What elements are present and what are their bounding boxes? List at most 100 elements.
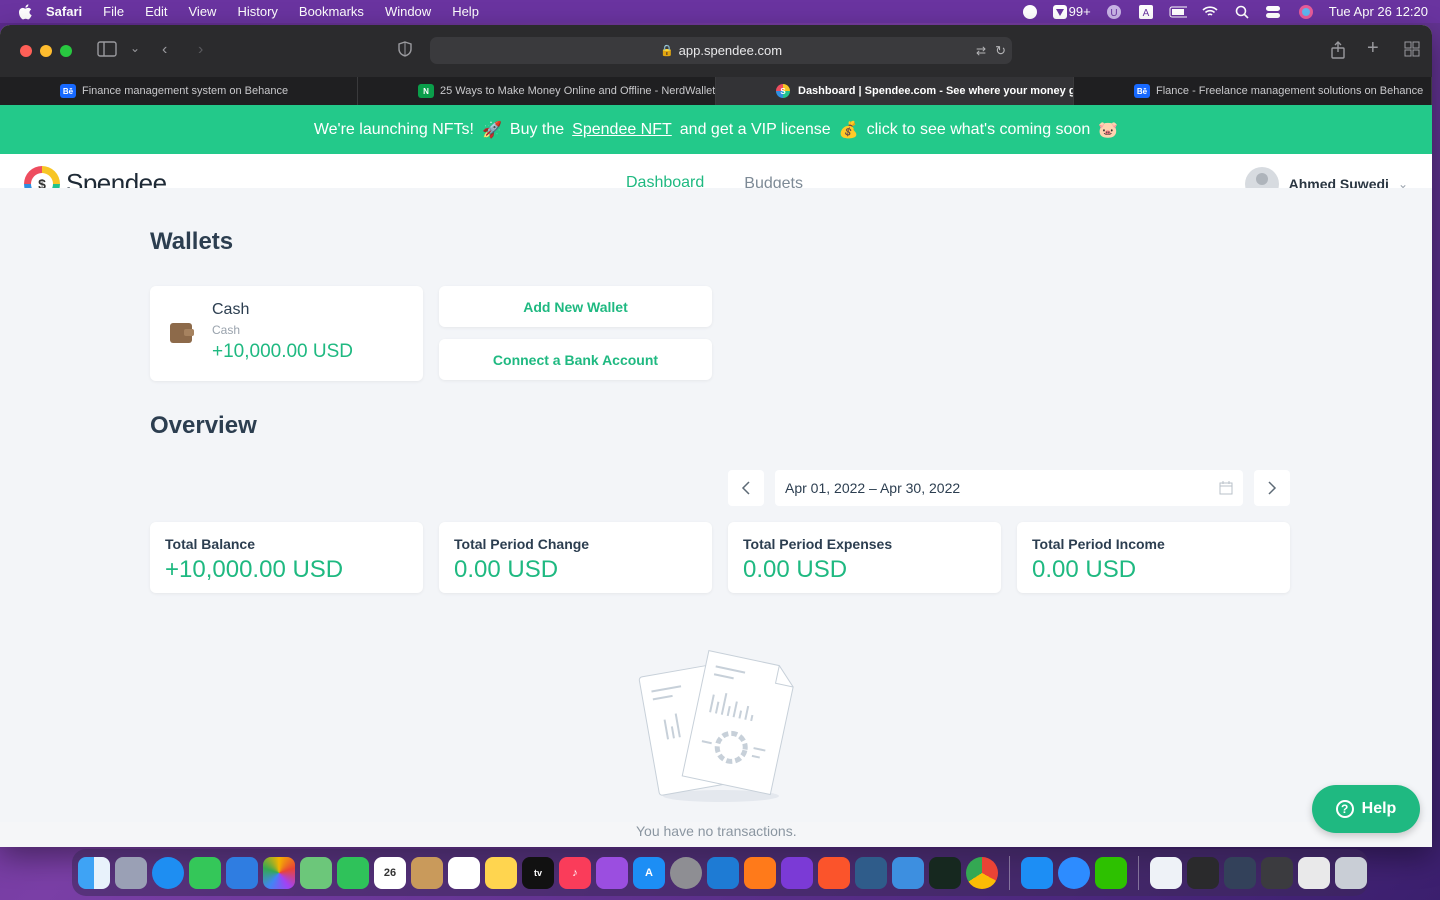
add-new-wallet-button[interactable]: Add New Wallet [439,286,712,327]
record-icon[interactable] [1021,4,1039,19]
nft-promo-banner[interactable]: We're launching NFTs! 🚀 Buy the Spendee … [0,105,1432,154]
wallet-card-cash[interactable]: Cash Cash +10,000.00 USD [150,286,423,381]
battery-icon[interactable] [1169,5,1187,19]
spotlight-search-icon[interactable] [1233,5,1251,19]
next-period-button[interactable] [1254,470,1290,506]
vpn-icon[interactable] [929,856,961,889]
sublime-icon[interactable] [744,856,776,889]
menu-view[interactable]: View [189,4,217,19]
vscode-icon[interactable] [707,856,739,889]
menu-safari[interactable]: Safari [46,4,82,19]
question-icon: ? [1335,800,1354,818]
messages-icon[interactable] [189,856,221,889]
menubar-clock[interactable]: Tue Apr 26 12:20 [1329,4,1428,19]
menu-history[interactable]: History [237,4,277,19]
system-preferences-icon[interactable] [670,856,702,889]
wifi-icon[interactable] [1201,5,1219,19]
tab-label: Flance - Freelance management solutions … [1156,85,1424,97]
keyboard-input-icon[interactable]: A [1137,4,1155,19]
stat-value: 0.00 USD [743,556,848,583]
tab-nerdwallet[interactable]: N 25 Ways to Make Money Online and Offli… [358,77,716,105]
date-range-picker[interactable]: Apr 01, 2022 – Apr 30, 2022 [775,470,1243,506]
app-store-icon[interactable]: A [633,856,665,889]
share-icon[interactable] [1330,41,1346,64]
contacts-icon[interactable] [411,856,443,889]
minimize-window-button[interactable] [40,45,52,57]
privacy-shield-icon[interactable] [398,41,412,62]
stat-value: 0.00 USD [454,556,559,583]
control-center-icon[interactable] [1265,5,1283,19]
paw-icon[interactable] [1021,856,1053,889]
calendar-icon[interactable]: 26 [374,856,406,889]
address-bar[interactable]: 🔒 app.spendee.com ⇄ ↻ [430,37,1012,64]
safari-icon[interactable] [152,856,184,889]
trash-icon[interactable] [1335,856,1367,889]
tab-label: 25 Ways to Make Money Online and Offline… [440,85,716,97]
close-window-button[interactable] [20,45,32,57]
shield-app-icon[interactable]: U [1105,4,1123,19]
tab-label: Finance management system on Behance [82,85,289,97]
launchpad-icon[interactable] [115,856,147,889]
lock-icon: 🔒 [659,45,674,57]
reload-icon[interactable]: ↻ [995,43,1006,59]
macos-menu-bar: Safari File Edit View History Bookmarks … [0,0,1440,23]
url-text: app.spendee.com [678,43,783,58]
forward-icon[interactable]: › [198,41,203,59]
stat-card-total-balance: Total Balance +10,000.00 USD [150,522,423,593]
mysql-workbench-icon[interactable] [855,856,887,889]
xcode-icon[interactable] [892,856,924,889]
tab-spendee-dashboard[interactable]: S Dashboard | Spendee.com - See where yo… [716,77,1074,105]
tab-behance-finance[interactable]: Bē Finance management system on Behance [0,77,358,105]
browser-toolbar: ⌄ ‹ › 🔒 app.spendee.com ⇄ ↻ + [0,25,1432,77]
notification-app-icon[interactable]: 99+ [1052,4,1091,19]
apple-tv-icon[interactable]: tv [522,856,554,889]
brave-icon[interactable] [818,856,850,889]
zoom-icon[interactable] [1058,856,1090,889]
tab-overview-icon[interactable] [1404,41,1420,62]
sidebar-toggle-icon[interactable] [97,41,117,62]
help-button[interactable]: ? Help [1312,785,1420,833]
chevron-right-icon [1268,481,1277,495]
new-tab-icon[interactable]: + [1367,37,1379,60]
apple-logo-icon[interactable] [18,3,32,20]
connect-bank-account-button[interactable]: Connect a Bank Account [439,339,712,380]
podcasts-icon[interactable] [596,856,628,889]
tab-behance-flance[interactable]: Bē Flance - Freelance management solutio… [1074,77,1432,105]
tab-label: Dashboard | Spendee.com - See where your… [798,85,1074,97]
no-transactions-text: You have no transactions. [636,823,797,839]
notes-icon[interactable] [485,856,517,889]
maps-icon[interactable] [300,856,332,889]
menu-bookmarks[interactable]: Bookmarks [299,4,364,19]
svg-text:U: U [1110,8,1117,19]
menu-file[interactable]: File [103,4,124,19]
siri-icon[interactable] [1297,4,1315,19]
mail-icon[interactable] [226,856,258,889]
zoom-window-button[interactable] [60,45,72,57]
music-icon[interactable]: ♪ [559,856,591,889]
menu-window[interactable]: Window [385,4,431,19]
translate-icon[interactable]: ⇄ [976,44,986,58]
overview-heading: Overview [150,412,257,439]
back-icon[interactable]: ‹ [162,41,167,59]
app-window-icon[interactable] [1261,856,1293,889]
wechat-icon[interactable] [1095,856,1127,889]
dock-separator [1009,855,1010,890]
chrome-icon[interactable] [966,856,998,889]
photos-icon[interactable] [263,856,295,889]
menu-help[interactable]: Help [452,4,479,19]
chevron-down-icon[interactable]: ⌄ [130,41,140,55]
github-desktop-icon[interactable] [781,856,813,889]
screen-window-icon[interactable] [1224,856,1256,889]
facetime-icon[interactable] [337,856,369,889]
money-bag-icon: 💰 [838,121,859,139]
finder-icon[interactable] [78,856,110,889]
previous-period-button[interactable] [728,470,764,506]
spendee-nft-link[interactable]: Spendee NFT [572,121,672,139]
notepad-window-icon[interactable] [1298,856,1330,889]
stat-card-period-income: Total Period Income 0.00 USD [1017,522,1290,593]
document-icon[interactable] [1150,856,1182,889]
reminders-icon[interactable] [448,856,480,889]
terminal-window-icon[interactable] [1187,856,1219,889]
empty-reports-illustration [638,650,794,802]
menu-edit[interactable]: Edit [145,4,167,19]
